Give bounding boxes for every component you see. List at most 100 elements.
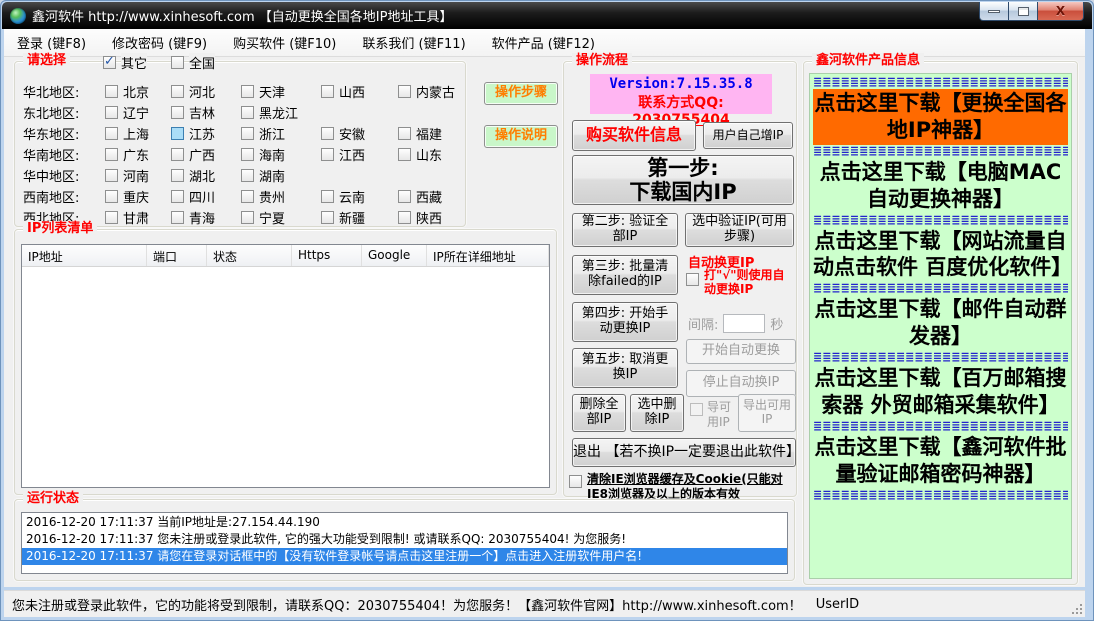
province-checkbox-r2-c1[interactable]: 江苏 xyxy=(171,124,215,143)
province-checkbox-r4-c2[interactable]: 湖南 xyxy=(241,166,285,185)
checkbox-icon xyxy=(398,190,411,203)
region-selector-caption: 请选择 xyxy=(23,53,70,69)
product-link-2[interactable]: 点击这里下载【网站流量自动点击软件 百度优化软件】 xyxy=(813,227,1068,283)
product-link-3[interactable]: 点击这里下载【邮件自动群发器】 xyxy=(813,295,1068,351)
start-auto-change-button[interactable]: 开始自动更换 xyxy=(686,339,796,364)
province-checkbox-r0-c3[interactable]: 山西 xyxy=(321,82,365,101)
province-checkbox-r0-c0[interactable]: 北京 xyxy=(105,82,149,101)
step2-verify-all-button[interactable]: 第二步: 验证全部IP xyxy=(572,213,678,247)
product-link-0[interactable]: 点击这里下载【更换全国各地IP神器】 xyxy=(813,89,1068,145)
ip-list-column-4[interactable]: Google xyxy=(362,245,427,266)
checkbox-label: 吉林 xyxy=(189,103,215,122)
product-link-1[interactable]: 点击这里下载【电脑MAC自动更换神器】 xyxy=(813,158,1068,214)
province-checkbox-r6-c4[interactable]: 陕西 xyxy=(398,208,442,227)
ip-list-column-3[interactable]: Https xyxy=(292,245,362,266)
globe-app-icon xyxy=(10,8,26,24)
step1-line1: 第一步: xyxy=(647,156,718,180)
title-bar[interactable]: 鑫河软件 http://www.xinhesoft.com 【自动更换全国各地I… xyxy=(2,2,1092,29)
product-link-4[interactable]: 点击这里下载【百万邮箱搜索器 外贸邮箱采集软件】 xyxy=(813,364,1068,420)
menu-item-1[interactable]: 修改密码 (键F9) xyxy=(99,29,220,56)
auto-change-checkbox-item[interactable]: 打"√"则使用自动更换IP xyxy=(686,268,796,297)
delete-all-ip-button[interactable]: 删除全部IP xyxy=(572,394,626,432)
checkbox-label: 海南 xyxy=(259,145,285,164)
auto-change-checkbox-label: 打"√"则使用自动更换IP xyxy=(704,268,796,297)
ip-list-column-0[interactable]: IP地址 xyxy=(22,245,147,266)
province-checkbox-r4-c0[interactable]: 河南 xyxy=(105,166,149,185)
province-checkbox-r4-c1[interactable]: 湖北 xyxy=(171,166,215,185)
province-checkbox-r2-c2[interactable]: 浙江 xyxy=(241,124,285,143)
status-bar-userid: UserID xyxy=(816,597,859,612)
operation-flow-group: 操作流程 Version:7.15.35.8 联系方式QQ: 203075540… xyxy=(563,61,797,497)
log-line-0[interactable]: 2016-12-20 17:11:37 当前IP地址是:27.154.44.19… xyxy=(22,514,787,531)
ip-list-column-1[interactable]: 端口 xyxy=(147,245,207,266)
province-checkbox-r0-c1[interactable]: 河北 xyxy=(171,82,215,101)
region-row-1: 东北地区:辽宁吉林黑龙江 xyxy=(15,101,465,121)
product-link-5[interactable]: 点击这里下载【鑫河软件批量验证邮箱密码神器】 xyxy=(813,433,1068,489)
province-checkbox-r6-c1[interactable]: 青海 xyxy=(171,208,215,227)
province-checkbox-r6-c3[interactable]: 新疆 xyxy=(321,208,365,227)
province-checkbox-r5-c0[interactable]: 重庆 xyxy=(105,187,149,206)
scope-checkbox-1[interactable]: 全国 xyxy=(171,53,215,72)
province-checkbox-r3-c3[interactable]: 江西 xyxy=(321,145,365,164)
province-checkbox-r3-c4[interactable]: 山东 xyxy=(398,145,442,164)
province-checkbox-r5-c1[interactable]: 四川 xyxy=(171,187,215,206)
checkbox-label: 江苏 xyxy=(189,124,215,143)
export-usable-checkbox-item[interactable]: 导可用IP xyxy=(690,400,736,430)
province-checkbox-r5-c3[interactable]: 云南 xyxy=(321,187,365,206)
log-line-2[interactable]: 2016-12-20 17:11:37 请您在登录对话框中的【没有软件登录帐号请… xyxy=(22,548,787,565)
province-checkbox-r2-c0[interactable]: 上海 xyxy=(105,124,149,143)
log-line-1[interactable]: 2016-12-20 17:11:37 您未注册或登录此软件, 它的强大功能受到… xyxy=(22,531,787,548)
province-checkbox-r1-c1[interactable]: 吉林 xyxy=(171,103,215,122)
province-checkbox-r0-c2[interactable]: 天津 xyxy=(241,82,285,101)
province-checkbox-r5-c4[interactable]: 西藏 xyxy=(398,187,442,206)
interval-input[interactable] xyxy=(723,314,765,333)
close-icon: X xyxy=(1056,4,1065,18)
province-checkbox-r3-c1[interactable]: 广西 xyxy=(171,145,215,164)
ip-list-column-5[interactable]: IP所在详细地址 xyxy=(427,245,549,266)
checkbox-label: 河北 xyxy=(189,82,215,101)
province-checkbox-r0-c4[interactable]: 内蒙古 xyxy=(398,82,455,101)
checkbox-label: 重庆 xyxy=(123,187,149,206)
menu-item-3[interactable]: 联系我们 (键F11) xyxy=(349,29,478,56)
minimize-button[interactable] xyxy=(979,2,1009,21)
province-checkbox-r1-c0[interactable]: 辽宁 xyxy=(105,103,149,122)
close-button[interactable]: X xyxy=(1038,2,1084,21)
operation-steps-button[interactable]: 操作步骤 xyxy=(484,82,558,105)
step3-clear-failed-button[interactable]: 第三步: 批量清除failed的IP xyxy=(572,255,678,295)
province-checkbox-r6-c0[interactable]: 甘肃 xyxy=(105,208,149,227)
log-list[interactable]: 2016-12-20 17:11:37 当前IP地址是:27.154.44.19… xyxy=(21,512,788,574)
maximize-button[interactable] xyxy=(1009,2,1038,21)
resize-grip-icon[interactable] xyxy=(1069,601,1082,614)
buy-software-info-button[interactable]: 购买软件信息 xyxy=(572,120,696,151)
ip-list-group: IP列表清单 IP地址端口状态HttpsGoogleIP所在详细地址 xyxy=(14,229,557,495)
checkbox-icon xyxy=(398,211,411,224)
step4-manual-change-button[interactable]: 第四步: 开始手动更换IP xyxy=(572,302,678,342)
verify-selected-button[interactable]: 选中验证IP(可用步骤) xyxy=(685,213,794,247)
menu-item-2[interactable]: 购买软件 (键F10) xyxy=(220,29,349,56)
user-add-ip-button[interactable]: 用户自己增IP xyxy=(703,122,793,149)
checkbox-icon xyxy=(171,85,184,98)
maximize-icon xyxy=(1018,7,1029,16)
export-usable-ip-button[interactable]: 导出可用IP xyxy=(738,394,796,432)
ip-list-column-2[interactable]: 状态 xyxy=(207,245,292,266)
ip-list-table[interactable]: IP地址端口状态HttpsGoogleIP所在详细地址 xyxy=(21,244,550,488)
scope-checkbox-0[interactable]: 其它 xyxy=(103,53,147,72)
step1-download-ip-button[interactable]: 第一步: 下载国内IP xyxy=(572,155,794,205)
province-checkbox-r2-c4[interactable]: 福建 xyxy=(398,124,442,143)
step5-cancel-change-button[interactable]: 第五步: 取消更换IP xyxy=(572,348,678,388)
province-checkbox-r3-c2[interactable]: 海南 xyxy=(241,145,285,164)
province-checkbox-r2-c3[interactable]: 安徽 xyxy=(321,124,365,143)
delete-selected-ip-button[interactable]: 选中删除IP xyxy=(630,394,684,432)
operation-instructions-button[interactable]: 操作说明 xyxy=(484,125,558,148)
stop-auto-change-button[interactable]: 停止自动换IP xyxy=(686,370,796,397)
clear-ie-cache-checkbox-item[interactable]: 清除IE浏览器缓存及Cookie(只能对IE8浏览器及以上的版本有效 xyxy=(569,472,795,502)
province-checkbox-r6-c2[interactable]: 宁夏 xyxy=(241,208,285,227)
menu-item-4[interactable]: 软件产品 (键F12) xyxy=(479,29,608,56)
menu-item-0[interactable]: 登录 (键F8) xyxy=(4,29,99,56)
province-checkbox-r5-c2[interactable]: 贵州 xyxy=(241,187,285,206)
province-checkbox-r1-c2[interactable]: 黑龙江 xyxy=(241,103,298,122)
export-usable-checkbox-label: 导可用IP xyxy=(707,400,736,430)
province-checkbox-r3-c0[interactable]: 广东 xyxy=(105,145,149,164)
exit-button[interactable]: 退出 【若不换IP一定要退出此软件】 xyxy=(572,438,796,467)
checkbox-icon xyxy=(171,148,184,161)
